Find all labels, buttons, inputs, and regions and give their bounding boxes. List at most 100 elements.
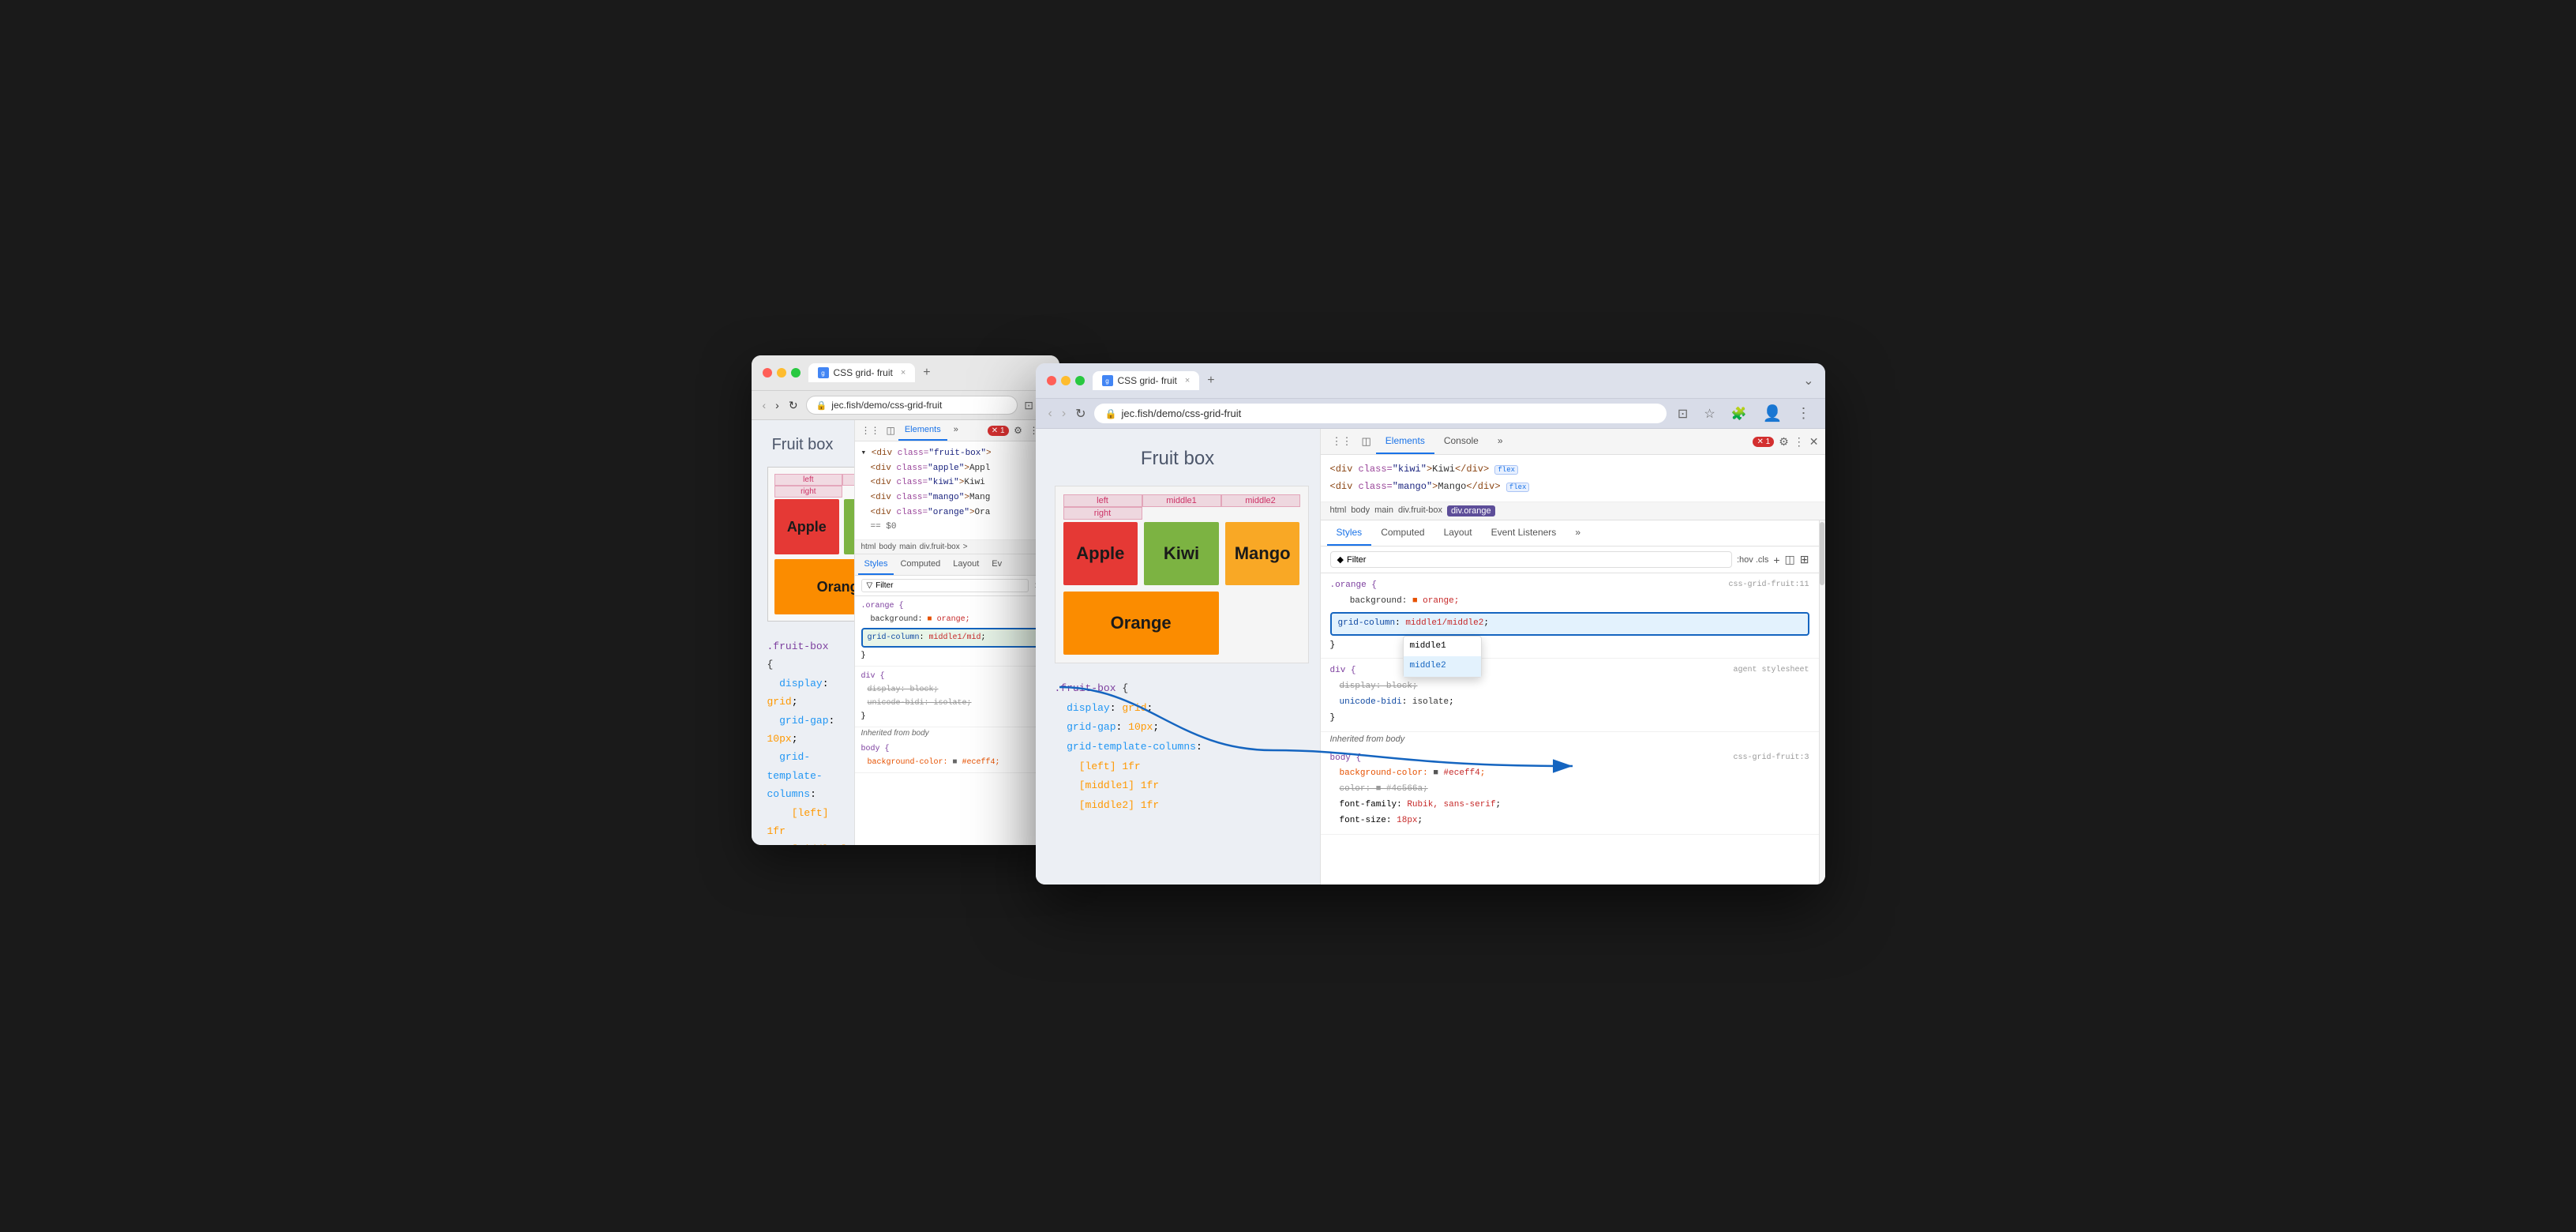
devtools-2: ⋮⋮ ◫ Elements Console » ✕ 1 ⚙ ⋮ ✕ <div c…: [1320, 429, 1825, 885]
active-tab-2[interactable]: g CSS grid- fruit ×: [1093, 371, 1200, 390]
back-button-1[interactable]: ‹: [761, 397, 768, 413]
bc-body-1[interactable]: body: [879, 543, 896, 551]
flex-badge-mango: flex: [1506, 483, 1530, 492]
close-button-1[interactable]: [763, 368, 772, 377]
tab-more-2[interactable]: »: [1565, 520, 1590, 546]
minimize-button-2[interactable]: [1061, 376, 1071, 385]
more-tabs-1[interactable]: »: [947, 420, 965, 441]
div-rule-1: div { display: block; unicode-bidi: isol…: [855, 667, 1059, 727]
browser-menu-2[interactable]: ⌄: [1803, 373, 1813, 389]
panel-icon-2[interactable]: ◫: [1785, 553, 1795, 566]
tab-layout-2[interactable]: Layout: [1434, 520, 1482, 546]
inspect-icon-1[interactable]: ◫: [883, 422, 898, 439]
profile-icon-2[interactable]: 👤: [1758, 404, 1787, 423]
fruit-grid-container-2: left middle1 middle2 right Apple Kiwi Ma…: [1055, 486, 1309, 663]
devtools-tabs-1: ⋮⋮ ◫ Elements » ✕ 1 ⚙ ⋮ ✕: [855, 420, 1059, 441]
pseudo-hov-2[interactable]: :hov .cls: [1737, 555, 1768, 565]
html-tree-1: ▾ <div class="fruit-box"> <div class="ap…: [855, 441, 1059, 540]
maximize-button-2[interactable]: [1075, 376, 1085, 385]
css-code-1: .fruit-box { display: grid; grid-gap: 10…: [767, 637, 838, 845]
scroll-thumb-2[interactable]: [1820, 522, 1824, 585]
styles-content-2: Styles Computed Layout Event Listeners »…: [1321, 520, 1819, 885]
traffic-lights-1: [763, 368, 801, 377]
bc-main-1[interactable]: main: [899, 543, 917, 551]
fruit-box-title-2: Fruit box: [1055, 448, 1301, 470]
forward-button-2[interactable]: ›: [1060, 405, 1067, 423]
devtools-scrollbar-2[interactable]: [1819, 520, 1825, 885]
more-menu-2[interactable]: ⋮: [1794, 405, 1814, 422]
lock-icon-2: 🔒: [1105, 408, 1117, 419]
address-field-1[interactable]: 🔒 jec.fish/demo/css-grid-fruit: [806, 396, 1018, 415]
tab-styles-1[interactable]: Styles: [858, 554, 894, 575]
minimize-button-1[interactable]: [777, 368, 786, 377]
new-tab-button-1[interactable]: +: [918, 364, 935, 381]
tab-bar-1: g CSS grid- fruit × +: [808, 363, 1031, 382]
bc-fruitbox-1[interactable]: div.fruit-box: [920, 543, 960, 551]
label-left-2: left: [1063, 494, 1142, 507]
autocomplete-item-middle2[interactable]: middle2: [1404, 656, 1481, 677]
html-tree-2: <div class="kiwi">Kiwi</div> flex <div c…: [1321, 455, 1825, 502]
maximize-button-1[interactable]: [791, 368, 801, 377]
fruit-grid-1: Apple Kiwi Mango Orange: [774, 499, 854, 614]
devtools-actions-2: ✕ 1 ⚙ ⋮ ✕: [1753, 435, 1818, 449]
settings-icon-2[interactable]: ⚙: [1779, 435, 1789, 449]
filter-input-2[interactable]: ◆ Filter: [1330, 551, 1732, 568]
tab-close-1[interactable]: ×: [901, 368, 906, 377]
bc2-main[interactable]: main: [1374, 505, 1393, 516]
cast-icon-1: ⊡: [1024, 399, 1033, 412]
bc2-orange[interactable]: div.orange: [1447, 505, 1495, 516]
tab-close-2[interactable]: ×: [1185, 376, 1190, 385]
active-tab-1[interactable]: g CSS grid- fruit ×: [808, 363, 916, 382]
extensions-icon-2[interactable]: 🧩: [1727, 406, 1752, 422]
fruit-demo-2: Fruit box left middle1 middle2 right App…: [1055, 448, 1301, 816]
tab-computed-1[interactable]: Computed: [894, 554, 947, 575]
expand-icon-2[interactable]: ⊞: [1800, 553, 1809, 566]
source-body[interactable]: css-grid-fruit:3: [1733, 751, 1809, 767]
label-middle1-1: middle1: [842, 474, 853, 486]
html-line-2: <div class="apple">Appl: [861, 461, 1053, 476]
html-line-1: ▾ <div class="fruit-box">: [861, 446, 1053, 461]
devtools-header-2: ⋮⋮ ◫ Elements Console » ✕ 1 ⚙ ⋮ ✕: [1321, 429, 1825, 455]
tab-layout-1[interactable]: Layout: [947, 554, 985, 575]
body-rule-1: body { background-color: ■ #eceff4;: [855, 739, 1059, 773]
titlebar-1: g CSS grid- fruit × + ⌄: [752, 355, 1059, 391]
refresh-button-2[interactable]: ↻: [1074, 404, 1087, 423]
bc2-fruitbox[interactable]: div.fruit-box: [1398, 505, 1442, 516]
tab-styles-2[interactable]: Styles: [1327, 520, 1372, 546]
source-link-2[interactable]: css-grid-fruit:11: [1728, 578, 1809, 594]
close-button-2[interactable]: [1047, 376, 1056, 385]
bc2-body[interactable]: body: [1351, 505, 1370, 516]
inherited-label-1: Inherited from body: [855, 727, 1059, 739]
element-select-2[interactable]: ◫: [1357, 432, 1376, 451]
bc-html-1[interactable]: html: [861, 543, 876, 551]
label-right-1: right: [774, 486, 843, 498]
address-field-2[interactable]: 🔒 jec.fish/demo/css-grid-fruit: [1094, 404, 1667, 423]
forward-button-1[interactable]: ›: [774, 397, 781, 413]
back-button-2[interactable]: ‹: [1047, 405, 1054, 423]
more-tabs-2[interactable]: »: [1488, 429, 1513, 454]
tab-events-2[interactable]: Event Listeners: [1482, 520, 1566, 546]
plus-icon-2[interactable]: +: [1773, 554, 1779, 566]
flex-badge-kiwi: flex: [1494, 465, 1518, 475]
elements-tab-1[interactable]: Elements: [898, 420, 947, 441]
more-icon-2[interactable]: ⋮: [1794, 435, 1805, 449]
settings-icon-1[interactable]: ⚙: [1012, 424, 1025, 437]
elements-tab-2[interactable]: Elements: [1376, 429, 1434, 454]
close-devtools-2[interactable]: ✕: [1809, 435, 1819, 449]
fruit-demo-1: Fruit box left middle1 middle2 right App…: [767, 436, 838, 845]
console-tab-2[interactable]: Console: [1434, 429, 1488, 454]
new-tab-button-2[interactable]: +: [1202, 372, 1219, 389]
tab-computed-2[interactable]: Computed: [1371, 520, 1434, 546]
inspect-toggle-2[interactable]: ⋮⋮: [1327, 432, 1357, 451]
styles-tabs-1: Styles Computed Layout Ev: [855, 554, 1059, 576]
tab-events-1[interactable]: Ev: [985, 554, 1008, 575]
filter-input-1[interactable]: ▽ Filter: [861, 579, 1029, 592]
bc2-html[interactable]: html: [1330, 505, 1347, 516]
autocomplete-item-middle1[interactable]: middle1: [1404, 637, 1481, 657]
bc-more-1[interactable]: >: [963, 543, 968, 551]
label-right-2: right: [1063, 507, 1142, 520]
error-badge-1: ✕ 1: [988, 426, 1009, 436]
bookmark-icon-2[interactable]: ☆: [1699, 406, 1719, 422]
fruit-box-title-1: Fruit box: [767, 436, 838, 454]
refresh-button-1[interactable]: ↻: [787, 397, 800, 414]
